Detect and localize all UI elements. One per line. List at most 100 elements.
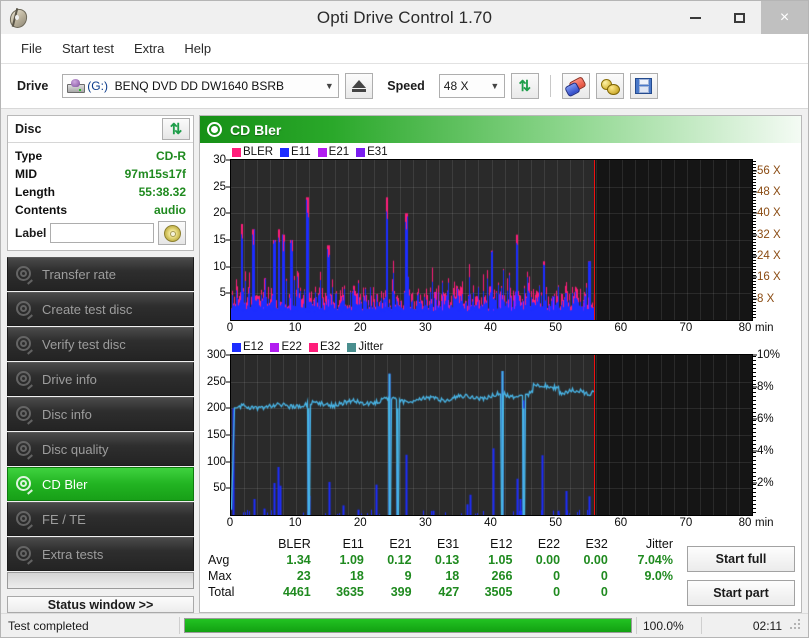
right-minor-tick (753, 384, 756, 385)
legend-item-e11: E11 (280, 146, 311, 158)
right-axis-upper: 8 X 16 X 24 X 32 X 40 X 48 X 56 X (753, 159, 797, 321)
eject-button[interactable] (345, 73, 374, 99)
right-minor-tick (753, 428, 756, 429)
chart-cursor-line (594, 355, 595, 515)
y-tick-label: 200 (206, 402, 226, 415)
right-minor-tick (753, 167, 756, 168)
menu-bar: File Start test Extra Help (1, 34, 808, 64)
x-tick-label: 80 (738, 517, 752, 529)
sidebar-item-label: Disc info (42, 406, 92, 422)
plot-area-lower[interactable] (230, 354, 753, 516)
sidebar-item-disc-info[interactable]: Disc info (7, 397, 194, 431)
disc-info-panel: Disc ⇅ Type CD-R MID 97m15s17f Length 55… (7, 115, 194, 251)
sidebar-item-extra-tests[interactable]: Extra tests (7, 537, 194, 571)
close-button[interactable]: × (761, 1, 808, 34)
nav-list: Transfer rate Create test disc Verify te… (7, 257, 194, 589)
x-tick-label: 50 (549, 517, 563, 529)
menu-file[interactable]: File (11, 38, 52, 59)
chart-cd-bler-upper: BLER E11 E21 E31 5 10 15 20 25 30 8 X 16 X 24 X… (202, 145, 797, 337)
sidebar-item-create-test-disc[interactable]: Create test disc (7, 292, 194, 326)
cell: 23 (296, 569, 311, 583)
progress-fill (185, 619, 631, 632)
disc-refresh-button[interactable]: ⇅ (162, 118, 190, 140)
drive-select[interactable]: (G:) BENQ DVD DD DW1640 BSRB ▼ (62, 74, 340, 98)
x-tick-label: 20 (353, 322, 367, 334)
chevron-down-icon: ▼ (324, 81, 334, 91)
menu-start-test[interactable]: Start test (52, 38, 124, 59)
right-tick-label: 24 X (757, 250, 781, 262)
toolbar: Drive (G:) BENQ DVD DD DW1640 BSRB ▼ Spe… (1, 64, 808, 109)
plot-area-upper[interactable] (230, 159, 753, 321)
charts: BLER E11 E21 E31 5 10 15 20 25 30 8 X 16 X 24 X… (200, 143, 801, 532)
menu-help[interactable]: Help (174, 38, 221, 59)
maximize-button[interactable] (717, 1, 761, 34)
status-window-button[interactable]: Status window >> (7, 596, 194, 613)
erase-disc-button[interactable] (561, 73, 590, 99)
right-minor-tick (753, 281, 756, 282)
refresh-drive-button[interactable]: ⇅ (510, 73, 539, 99)
sidebar-item-cd-bler[interactable]: CD Bler (7, 467, 194, 501)
right-minor-tick (753, 360, 756, 361)
cell: 0.00 (535, 553, 561, 567)
save-button[interactable] (629, 73, 658, 99)
right-tick-label: 4% (757, 445, 774, 457)
sidebar-item-transfer-rate[interactable]: Transfer rate (7, 257, 194, 291)
right-minor-tick (753, 356, 756, 357)
menu-extra[interactable]: Extra (124, 38, 174, 59)
y-tick-label: 100 (206, 455, 226, 468)
right-minor-tick (753, 176, 756, 177)
minimize-button[interactable] (673, 1, 717, 34)
sidebar-item-drive-info[interactable]: Drive info (7, 362, 194, 396)
row-label-avg: Avg (208, 553, 230, 567)
sidebar-item-verify-test-disc[interactable]: Verify test disc (7, 327, 194, 361)
right-minor-tick (753, 444, 756, 445)
right-minor-tick (753, 314, 756, 315)
right-minor-tick (753, 460, 756, 461)
cell: 0.13 (434, 553, 460, 567)
legend-item-e31: E31 (356, 146, 388, 158)
speed-select[interactable]: 48 X ▼ (438, 74, 505, 98)
statistics-table: BLER E11 E21 E31 E12 E22 E32 Jitter Avg … (206, 536, 679, 608)
resize-grip-icon[interactable] (790, 618, 804, 633)
legend-label: E32 (319, 341, 341, 353)
right-minor-tick (753, 302, 756, 303)
right-minor-tick (753, 464, 756, 465)
start-full-button[interactable]: Start full (687, 546, 795, 572)
right-minor-tick (753, 182, 756, 183)
coins-button[interactable] (595, 73, 624, 99)
y-tick-label: 25 (213, 180, 226, 193)
panel-header: CD Bler (200, 116, 801, 143)
floppy-save-icon (635, 78, 653, 94)
sidebar-item-label: Verify test disc (42, 336, 126, 352)
start-part-button[interactable]: Start part (687, 580, 795, 606)
sidebar-item-label: CD Bler (42, 476, 88, 492)
y-tick-label: 15 (213, 234, 226, 246)
disc-row-value: 97m15s17f (124, 167, 186, 181)
cell: 3635 (336, 585, 364, 599)
right-minor-tick (753, 484, 756, 485)
x-tick-label: 60 (614, 322, 628, 334)
legend-label: E21 (328, 146, 350, 158)
right-minor-tick (753, 440, 756, 441)
sidebar-item-fe-te[interactable]: FE / TE (7, 502, 194, 536)
right-tick-label: 6% (757, 413, 774, 425)
legend-item-bler: BLER (232, 146, 273, 158)
disc-label-input[interactable] (50, 223, 154, 243)
coins-icon (600, 78, 621, 95)
cell: 266 (491, 569, 513, 583)
right-minor-tick (753, 173, 756, 174)
right-minor-tick (753, 432, 756, 433)
right-minor-tick (753, 197, 756, 198)
right-minor-tick (753, 496, 756, 497)
disc-label-button[interactable] (158, 221, 186, 245)
sidebar-item-label: Create test disc (42, 301, 133, 317)
y-tick-label: 10 (213, 260, 226, 273)
statistics-area: BLER E11 E21 E31 E12 E22 E32 Jitter Avg … (200, 532, 801, 612)
right-minor-tick (753, 215, 756, 216)
sidebar-item-disc-quality[interactable]: Disc quality (7, 432, 194, 466)
legend-item-e21: E21 (317, 146, 350, 158)
right-minor-tick (753, 424, 756, 425)
table-row: Total 4461 3635 399 427 3505 0 0 (206, 584, 679, 600)
right-minor-tick (753, 191, 756, 192)
right-minor-tick (753, 408, 756, 409)
